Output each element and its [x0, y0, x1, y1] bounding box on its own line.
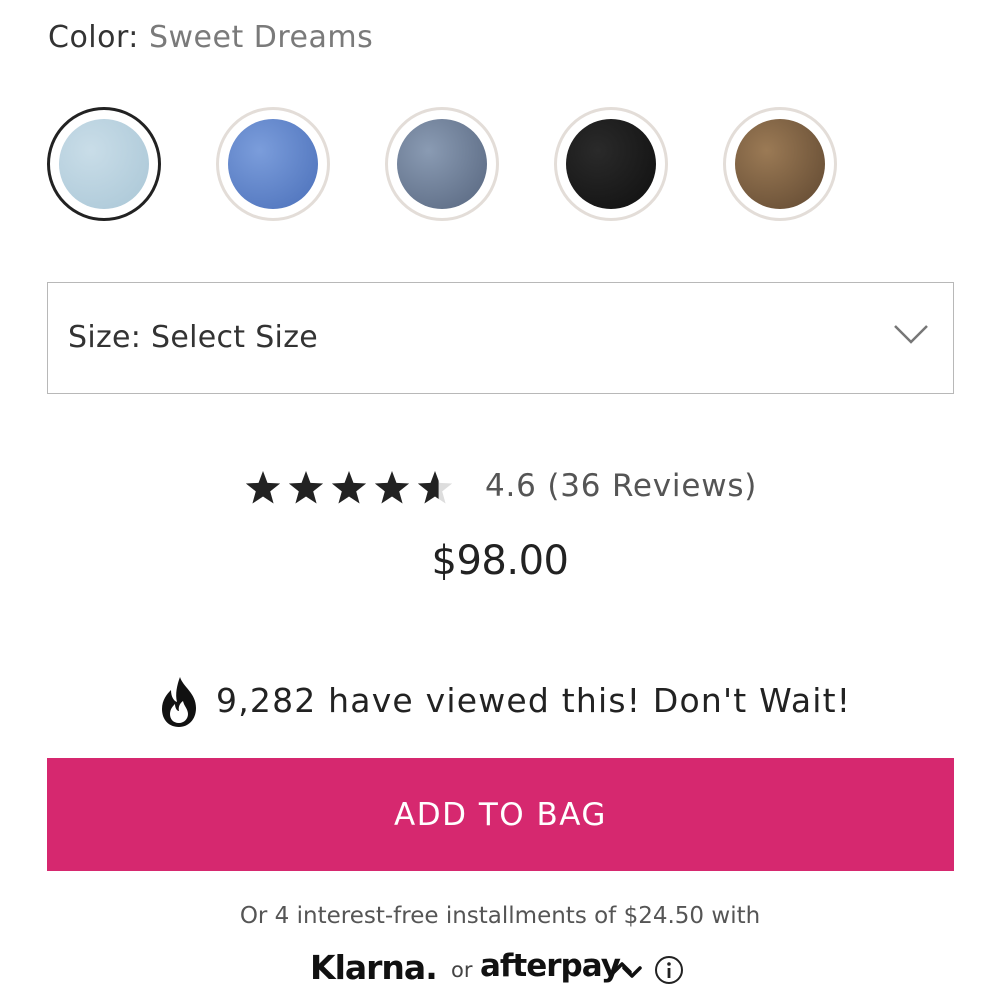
color-label-row: Color: Sweet Dreams [48, 20, 373, 55]
add-to-bag-button[interactable]: ADD TO BAG [47, 758, 954, 871]
color-swatches [47, 107, 837, 221]
size-select[interactable]: Size: Select Size [47, 282, 954, 394]
info-icon[interactable] [654, 955, 684, 985]
afterpay-logo: afterpay [480, 948, 621, 984]
color-label: Color: [48, 20, 139, 55]
star-rating [245, 471, 453, 504]
color-value: Sweet Dreams [148, 20, 374, 55]
size-select-label: Size: Select Size [68, 320, 318, 355]
swatch-light-wash[interactable] [47, 107, 161, 221]
swatch-gray-blue[interactable] [385, 107, 499, 221]
star-filled [288, 471, 324, 504]
rating-text[interactable]: 4.6 (36 Reviews) [485, 468, 757, 504]
swatch-medium-blue[interactable] [216, 107, 330, 221]
views-text: 9,282 have viewed this! Don't Wait! [216, 681, 852, 720]
or-text: or [451, 958, 473, 982]
afterpay-arrows-icon [612, 962, 642, 978]
swatch-brown[interactable] [723, 107, 837, 221]
installments-text: Or 4 interest-free installments of $24.5… [239, 903, 761, 929]
star-filled [331, 471, 367, 504]
klarna-logo: Klarna. [310, 948, 438, 987]
price: $98.00 [431, 538, 569, 584]
flame-icon [162, 677, 196, 727]
star-filled [245, 471, 281, 504]
star-filled [374, 471, 410, 504]
chevron-down-icon [894, 325, 928, 344]
swatch-black[interactable] [554, 107, 668, 221]
